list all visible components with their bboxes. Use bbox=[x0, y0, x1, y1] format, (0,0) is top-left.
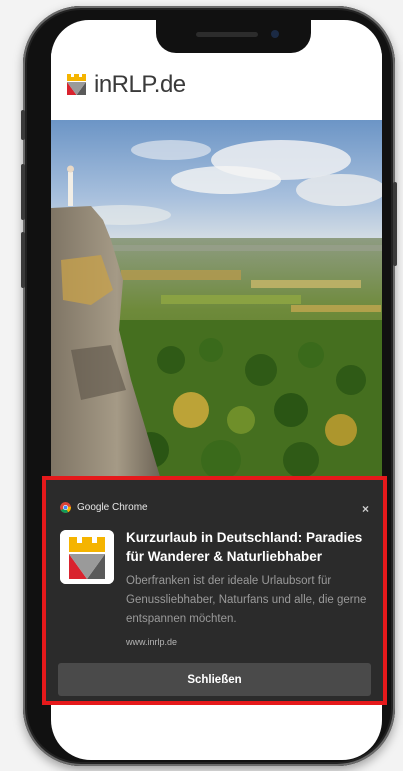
site-header: inRLP.de bbox=[51, 53, 382, 119]
front-camera bbox=[271, 30, 279, 38]
notification-body: Oberfranken ist der ideale Urlaubsort fü… bbox=[126, 575, 367, 625]
landscape-photo bbox=[51, 120, 382, 480]
speaker-grille bbox=[196, 32, 258, 37]
inrlp-logo-icon bbox=[60, 530, 114, 584]
inrlp-logo-icon bbox=[67, 74, 86, 95]
power-button bbox=[393, 182, 397, 266]
notch bbox=[156, 20, 311, 53]
notification-title: Kurzurlaub in Deutschland: Paradies für … bbox=[126, 530, 363, 564]
notification-thumbnail bbox=[60, 530, 114, 584]
chrome-icon bbox=[60, 502, 71, 513]
notification-header: Google Chrome bbox=[60, 502, 148, 513]
volume-down-button bbox=[21, 232, 25, 288]
hero-image bbox=[51, 120, 382, 480]
silent-switch bbox=[21, 110, 25, 140]
site-logo[interactable]: inRLP.de bbox=[65, 71, 186, 99]
close-button[interactable]: Schließen bbox=[58, 663, 371, 696]
site-logo-text: inRLP.de bbox=[94, 71, 186, 98]
notification-url: www.inrlp.de bbox=[126, 637, 178, 647]
volume-up-button bbox=[21, 164, 25, 220]
push-notification[interactable]: Google Chrome × Kurzurlaub in Deutschlan… bbox=[42, 476, 387, 705]
notification-app-name: Google Chrome bbox=[77, 502, 148, 513]
close-icon[interactable]: × bbox=[362, 502, 369, 516]
